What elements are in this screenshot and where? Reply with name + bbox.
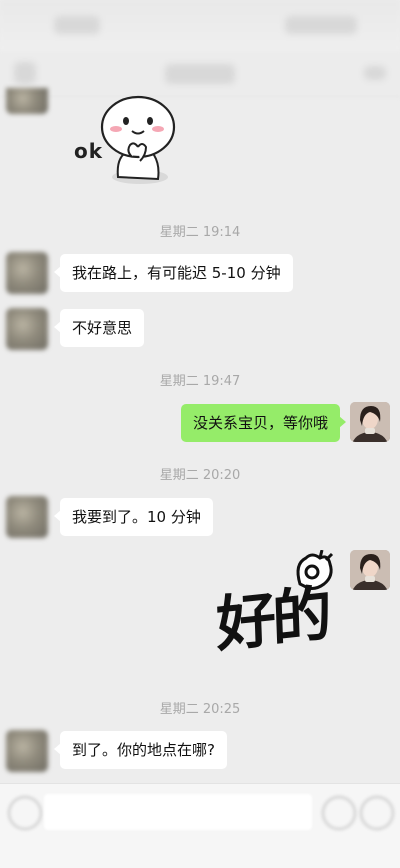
my-avatar[interactable] xyxy=(350,550,390,590)
input-bar xyxy=(0,783,400,868)
contact-avatar[interactable] xyxy=(6,252,48,294)
status-icons-placeholder xyxy=(285,16,357,34)
emoji-icon[interactable] xyxy=(322,796,356,830)
timestamp: 星期二 20:20 xyxy=(159,468,241,483)
voice-icon[interactable] xyxy=(8,796,42,830)
received-message-bubble[interactable]: 我要到了。10 分钟 xyxy=(54,498,213,536)
portrait-icon xyxy=(350,550,390,590)
contact-avatar[interactable] xyxy=(6,88,48,114)
received-message-bubble[interactable]: 到了。你的地点在哪? xyxy=(54,731,227,769)
status-time-placeholder xyxy=(54,16,100,34)
nav-bar xyxy=(0,52,400,97)
sticker-text-ok: ok xyxy=(74,139,104,163)
add-icon[interactable] xyxy=(360,796,394,830)
my-avatar[interactable] xyxy=(350,402,390,442)
more-icon[interactable] xyxy=(364,66,386,80)
sticker-text-haode: 好的 xyxy=(215,579,329,661)
contact-avatar[interactable] xyxy=(6,308,48,350)
sticker-message-haode[interactable]: 好的 xyxy=(212,550,342,665)
chat-title-placeholder xyxy=(165,64,235,84)
status-bar xyxy=(0,0,400,52)
timestamp: 星期二 19:47 xyxy=(159,374,241,389)
portrait-icon xyxy=(350,402,390,442)
back-icon[interactable] xyxy=(14,62,36,84)
message-input[interactable] xyxy=(44,794,312,830)
received-message-bubble[interactable]: 我在路上，有可能迟 5-10 分钟 xyxy=(54,254,293,292)
timestamp: 星期二 20:25 xyxy=(159,702,241,717)
sent-message-bubble[interactable]: 没关系宝贝，等你哦 xyxy=(180,404,347,442)
sticker-message-ok[interactable]: ok xyxy=(58,95,188,195)
received-message-bubble[interactable]: 不好意思 xyxy=(53,309,145,347)
contact-avatar[interactable] xyxy=(6,496,48,538)
contact-avatar[interactable] xyxy=(6,730,48,772)
timestamp: 星期二 19:14 xyxy=(159,225,241,240)
